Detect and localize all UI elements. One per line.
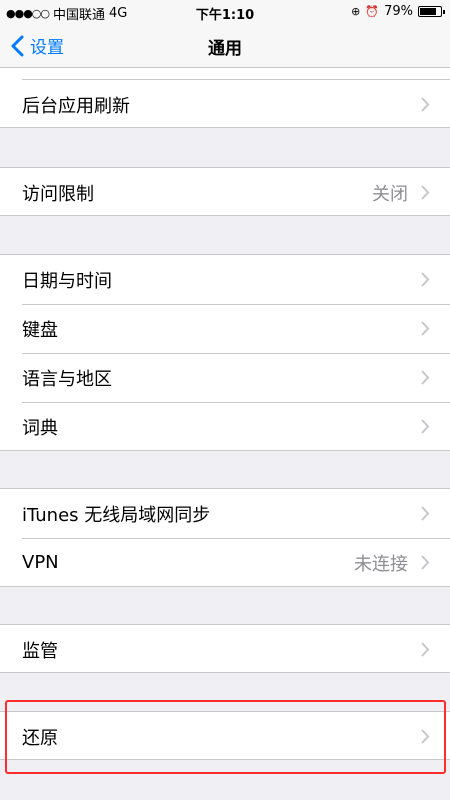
status-bar: ●●●○○ 中国联通 4G 下午1:10 ⊕ ⏰ 79% — [0, 0, 450, 24]
row-label: 词典 — [22, 417, 58, 439]
row-reset[interactable]: 还原 — [0, 712, 450, 761]
row-label: 还原 — [22, 727, 58, 749]
row-background-refresh[interactable]: 后台应用刷新 — [0, 80, 450, 129]
row-value: 未连接 — [354, 553, 408, 575]
row-label: 键盘 — [22, 319, 58, 341]
settings-group-1: 后台应用刷新 — [0, 68, 450, 128]
row-vpn[interactable]: VPN 未连接 — [0, 538, 450, 587]
rotation-lock-icon: ⊕ — [351, 5, 361, 18]
settings-group-4: iTunes 无线局域网同步 VPN 未连接 — [0, 488, 450, 587]
settings-group-3: 日期与时间 键盘 语言与地区 词典 — [0, 254, 450, 451]
row-supervision[interactable]: 监管 — [0, 625, 450, 674]
row-value: 关闭 — [372, 183, 408, 205]
row-restrictions[interactable]: 访问限制 关闭 — [0, 168, 450, 217]
settings-group-6: 还原 — [0, 711, 450, 760]
settings-group-2: 访问限制 关闭 — [0, 167, 450, 216]
row-label: VPN — [22, 552, 59, 573]
battery-fill — [420, 8, 436, 15]
row-label: 日期与时间 — [22, 270, 112, 292]
chevron-right-icon — [421, 555, 430, 570]
row-date-time[interactable]: 日期与时间 — [0, 255, 450, 304]
battery-icon — [418, 6, 445, 17]
row-label: 语言与地区 — [22, 368, 112, 390]
settings-group-5: 监管 — [0, 624, 450, 673]
chevron-right-icon — [421, 419, 430, 434]
chevron-right-icon — [421, 370, 430, 385]
chevron-right-icon — [421, 321, 430, 336]
status-right: ⊕ ⏰ 79% — [351, 4, 445, 19]
row-label: 后台应用刷新 — [22, 95, 130, 117]
row-label: 访问限制 — [22, 183, 94, 205]
chevron-right-icon — [421, 272, 430, 287]
row-dictionary[interactable]: 词典 — [0, 402, 450, 451]
chevron-right-icon — [421, 506, 430, 521]
row-label: 监管 — [22, 640, 58, 662]
row-keyboard[interactable]: 键盘 — [0, 304, 450, 353]
chevron-right-icon — [421, 97, 430, 112]
navigation-bar: 设置 通用 — [0, 24, 450, 68]
page-title: 通用 — [208, 39, 242, 59]
row-label: iTunes 无线局域网同步 — [22, 504, 211, 526]
row-language-region[interactable]: 语言与地区 — [0, 353, 450, 402]
chevron-right-icon — [421, 642, 430, 657]
row-itunes-wifi-sync[interactable]: iTunes 无线局域网同步 — [0, 489, 450, 538]
alarm-icon: ⏰ — [365, 5, 380, 18]
battery-percent: 79% — [384, 4, 413, 19]
chevron-right-icon — [421, 729, 430, 744]
chevron-right-icon — [421, 185, 430, 200]
